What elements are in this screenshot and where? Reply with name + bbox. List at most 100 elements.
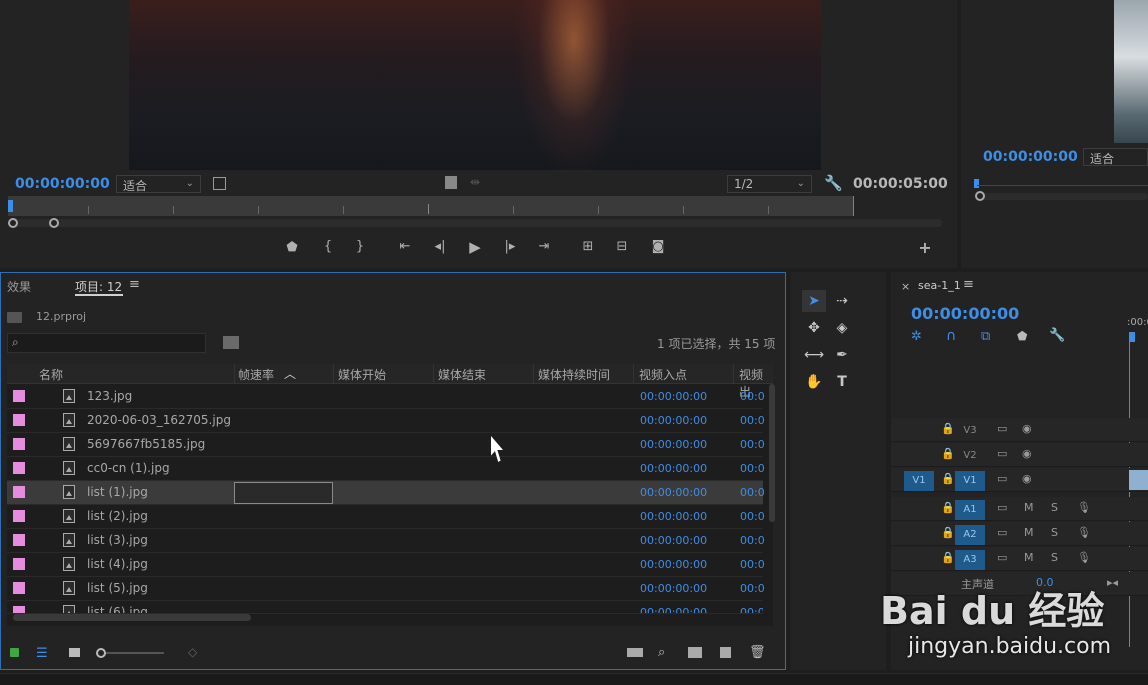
- file-name[interactable]: list (1).jpg: [87, 485, 148, 499]
- audio-track-a2[interactable]: 🔒 A2 ▭ M S 🎙: [891, 522, 1148, 546]
- col-separator[interactable]: [733, 364, 734, 384]
- audio-track-a1[interactable]: 🔒 A1 ▭ M S 🎙: [891, 497, 1148, 521]
- col-separator[interactable]: [633, 364, 634, 384]
- scroll-handle-left[interactable]: [8, 218, 18, 228]
- new-bin-icon[interactable]: [688, 647, 702, 658]
- track-label[interactable]: A1: [955, 500, 985, 520]
- find-icon[interactable]: ⌕: [658, 645, 665, 660]
- sync-lock-icon[interactable]: ▭: [997, 472, 1007, 485]
- file-name[interactable]: 5697667fb5185.jpg: [87, 437, 205, 451]
- lock-icon[interactable]: 🔒: [941, 447, 955, 460]
- sync-lock-icon[interactable]: ▭: [997, 447, 1007, 460]
- snap-icon[interactable]: ∩: [946, 328, 956, 344]
- video-track-v1[interactable]: V1 🔒 V1 ▭ ◉: [891, 468, 1148, 492]
- source-time-ruler[interactable]: [8, 196, 854, 216]
- program-zoom-select[interactable]: 适合: [1083, 148, 1148, 166]
- video-out-point[interactable]: 00:0: [740, 534, 765, 547]
- linked-selection-icon[interactable]: ⧉: [981, 329, 990, 344]
- video-in-point[interactable]: 00:00:00:00: [640, 438, 707, 451]
- track-label[interactable]: A3: [955, 550, 985, 570]
- sync-lock-icon[interactable]: ▭: [997, 422, 1007, 435]
- lock-icon[interactable]: 🔒: [941, 422, 955, 435]
- mute-button[interactable]: M: [1024, 551, 1034, 564]
- mark-out-icon[interactable]: }: [350, 239, 370, 254]
- label-color-swatch[interactable]: [13, 510, 25, 522]
- label-color-swatch[interactable]: [13, 486, 25, 498]
- hamburger-icon[interactable]: ≡: [129, 277, 140, 292]
- col-separator[interactable]: [533, 364, 534, 384]
- source-zoom-select[interactable]: 适合 ⌄: [116, 175, 201, 193]
- video-track-v2[interactable]: 🔒 V2 ▭ ◉: [891, 443, 1148, 467]
- program-ruler[interactable]: [977, 185, 1148, 186]
- table-row[interactable]: list (5).jpg 00:00:00:00 00:0: [7, 577, 765, 601]
- video-out-point[interactable]: 00:0: [740, 390, 765, 403]
- table-row[interactable]: list (4).jpg 00:00:00:00 00:0: [7, 553, 765, 577]
- source-patch-v1[interactable]: V1: [904, 471, 934, 491]
- lock-icon[interactable]: 🔒: [941, 526, 955, 539]
- solo-button[interactable]: S: [1051, 551, 1058, 564]
- video-clip[interactable]: [1129, 470, 1148, 490]
- zoom-slider-handle[interactable]: [96, 648, 106, 658]
- add-button-icon[interactable]: +: [915, 238, 935, 257]
- video-out-point[interactable]: 00:0: [740, 414, 765, 427]
- camera-icon[interactable]: ◙: [648, 239, 668, 254]
- microphone-icon[interactable]: 🎙: [1077, 501, 1091, 514]
- audio-track-a3[interactable]: 🔒 A3 ▭ M S 🎙: [891, 547, 1148, 571]
- col-media-duration[interactable]: 媒体持续时间: [538, 366, 610, 383]
- video-out-point[interactable]: 00:0: [740, 558, 765, 571]
- col-media-start[interactable]: 媒体开始: [338, 366, 386, 383]
- label-color-swatch[interactable]: [13, 534, 25, 546]
- video-out-point[interactable]: 00:0: [740, 510, 765, 523]
- step-back-icon[interactable]: ◂|: [430, 239, 450, 254]
- ripple-edit-tool-icon[interactable]: ✥: [802, 317, 826, 339]
- overwrite-icon[interactable]: ⊟: [612, 239, 632, 254]
- microphone-icon[interactable]: 🎙: [1077, 551, 1091, 564]
- track-label[interactable]: V2: [955, 446, 985, 466]
- playhead[interactable]: [8, 200, 13, 212]
- file-name[interactable]: list (2).jpg: [87, 509, 148, 523]
- horizontal-scrollbar[interactable]: [13, 614, 251, 621]
- col-video-in[interactable]: 视频入点: [639, 366, 687, 383]
- mute-button[interactable]: M: [1024, 501, 1034, 514]
- program-zoom-scrollbar[interactable]: [975, 191, 1148, 201]
- new-bin-from-search-icon[interactable]: [223, 336, 239, 349]
- film-strip-icon[interactable]: [445, 176, 457, 189]
- program-playhead[interactable]: [974, 179, 979, 188]
- timeline-playhead[interactable]: [1129, 332, 1135, 342]
- file-name[interactable]: 123.jpg: [87, 389, 132, 403]
- solo-button[interactable]: S: [1051, 526, 1058, 539]
- video-in-point[interactable]: 00:00:00:00: [640, 510, 707, 523]
- mute-button[interactable]: M: [1024, 526, 1034, 539]
- table-row[interactable]: list (2).jpg 00:00:00:00 00:0: [7, 505, 765, 529]
- wrench-icon[interactable]: 🔧: [824, 174, 843, 192]
- pen-tool-icon[interactable]: ✒: [830, 344, 854, 366]
- icon-view-icon[interactable]: [69, 648, 80, 657]
- file-name[interactable]: list (5).jpg: [87, 581, 148, 595]
- label-color-swatch[interactable]: [13, 558, 25, 570]
- label-color-swatch[interactable]: [13, 582, 25, 594]
- sync-lock-icon[interactable]: ▭: [997, 526, 1007, 539]
- timeline-timecode[interactable]: 00:00:00:00: [911, 304, 1019, 323]
- file-name[interactable]: cc0-cn (1).jpg: [87, 461, 170, 475]
- type-tool-icon[interactable]: T: [830, 371, 854, 393]
- video-in-point[interactable]: 00:00:00:00: [640, 462, 707, 475]
- go-to-in-icon[interactable]: ⇤: [395, 239, 415, 254]
- sort-ascending-icon[interactable]: ︿: [284, 365, 296, 382]
- video-out-point[interactable]: 00:0: [740, 606, 763, 613]
- nest-icon[interactable]: ✲: [911, 329, 922, 344]
- insert-icon[interactable]: ⊞: [578, 239, 598, 254]
- label-color-swatch[interactable]: [13, 438, 25, 450]
- lock-icon[interactable]: 🔒: [941, 472, 955, 485]
- vertical-scrollbar[interactable]: [769, 384, 775, 522]
- sequence-tab[interactable]: sea-1_1: [918, 279, 961, 292]
- search-input[interactable]: ⌕: [7, 333, 206, 353]
- microphone-icon[interactable]: 🎙: [1077, 526, 1091, 539]
- col-name[interactable]: 名称: [39, 366, 63, 383]
- table-row[interactable]: list (6).jpg 00:00:00:00 00:0: [7, 601, 763, 614]
- col-separator[interactable]: [234, 364, 235, 384]
- table-row-selected[interactable]: list (1).jpg 00:00:00:00 00:0: [7, 481, 765, 505]
- video-in-point[interactable]: 00:00:00:00: [640, 390, 707, 403]
- list-view-icon[interactable]: ☰: [36, 646, 48, 661]
- file-name[interactable]: list (3).jpg: [87, 533, 148, 547]
- video-in-point[interactable]: 00:00:00:00: [640, 414, 707, 427]
